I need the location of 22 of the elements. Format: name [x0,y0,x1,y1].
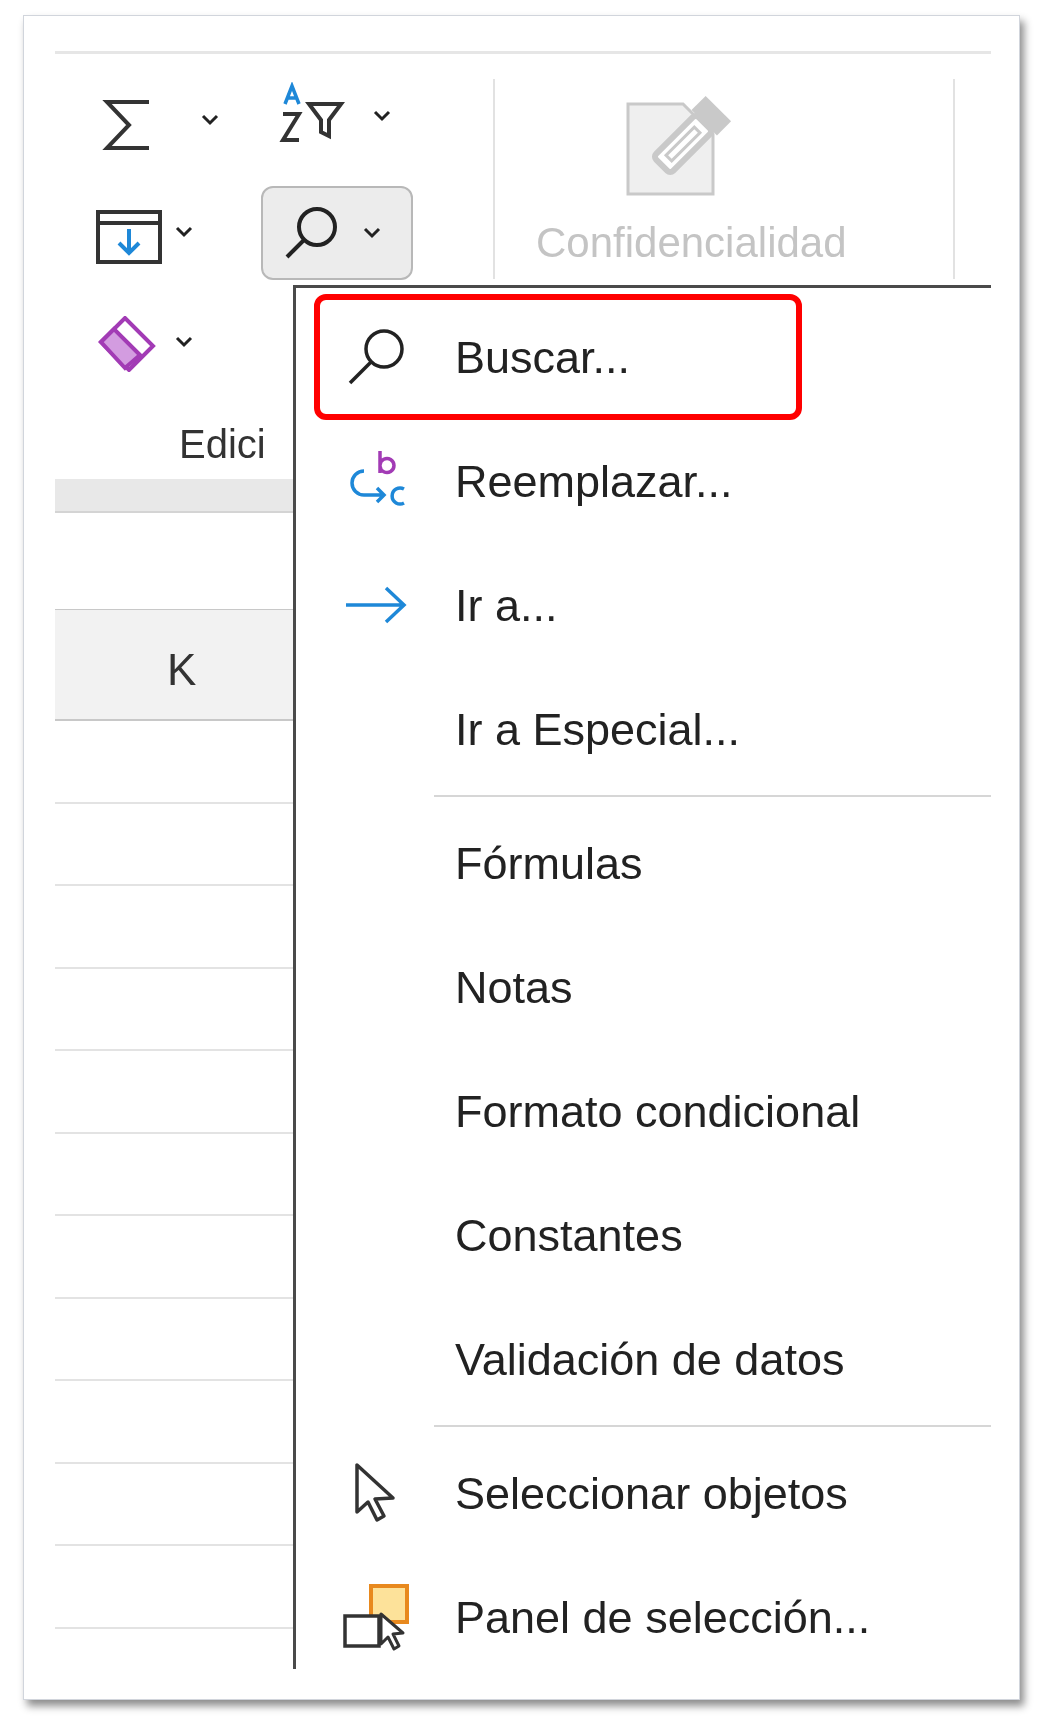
menu-item[interactable]: Ir a... [296,543,991,667]
menu-item[interactable]: Buscar... [296,295,991,419]
arrow-icon [343,585,408,625]
menu-item[interactable]: Constantes [296,1173,991,1297]
menu-item[interactable]: Notas [296,925,991,1049]
chevron-icon[interactable] [373,110,391,122]
menu-item[interactable]: Reemplazar... [296,419,991,543]
chevron-icon[interactable] [175,336,193,348]
chevron-icon[interactable] [201,114,219,126]
menu-item[interactable]: Seleccionar objetos [296,1431,991,1555]
menu-item[interactable]: Ir a Especial... [296,667,991,791]
find-button[interactable] [261,186,413,280]
chevron-icon [363,227,381,239]
menu-item[interactable]: Validación de datos [296,1297,991,1421]
menu-item[interactable]: Panel de selección... [296,1555,991,1671]
fill-down-icon[interactable] [95,209,163,265]
column-header[interactable]: K [55,609,293,721]
selection-pane-icon [340,1582,411,1652]
menu-item[interactable]: Fórmulas [296,801,991,925]
group-label: Edici [179,424,266,464]
chevron-icon[interactable] [175,226,193,238]
menu-item[interactable]: Formato condicional [296,1049,991,1173]
